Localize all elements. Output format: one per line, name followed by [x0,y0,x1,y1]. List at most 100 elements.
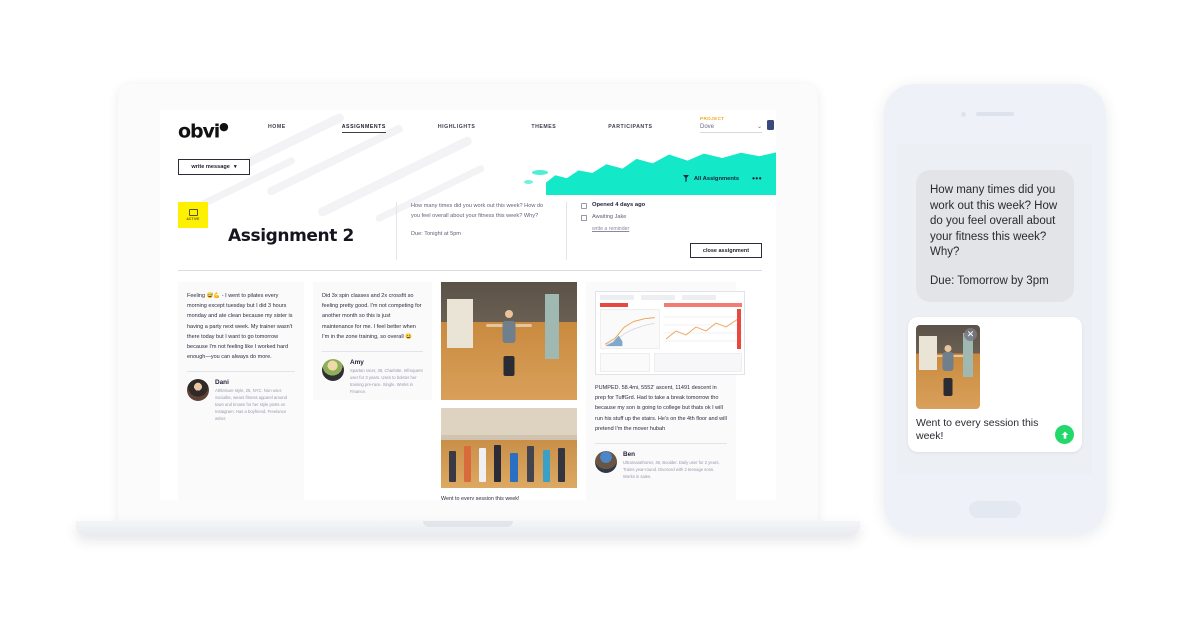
incoming-message-text: How many times did you work out this wee… [930,184,1058,259]
nav-item-participants[interactable]: PARTICIPANTS [608,124,652,133]
assignment-header: ACTIVE Assignment 2 How many times did y… [178,202,762,262]
phone-screen: How many times did you work out this wee… [898,144,1092,474]
figure-body [502,320,516,343]
chevron-down-icon: ⌄ [756,124,762,130]
tracker-header-bar [600,303,628,307]
photo-caption-line1: Went to every session this week! [441,496,520,500]
screenshot-root: obvi● HOME ASSIGNMENTS HIGHLIGHTS THEMES… [0,0,1200,631]
phone-device: How many times did you work out this wee… [884,84,1106,534]
teal-brush-stroke [546,151,776,195]
write-reminder-link[interactable]: write a reminder [592,226,762,232]
response-author[interactable]: Ben Ultramarathoner, 46, Boulder. Daily … [595,450,727,481]
teal-brush-fleck [532,170,548,175]
response-author[interactable]: Dani Athleisure style, 25, NYC. Non-user… [187,379,295,423]
calendar-icon [188,209,198,216]
tracker-screenshot[interactable] [595,291,745,375]
figure-legs [503,356,515,377]
home-button[interactable] [969,501,1021,518]
class-figure [464,446,472,482]
front-camera-icon [961,112,966,117]
status-awaiting: Awaiting Jake [592,214,627,220]
nav-item-themes[interactable]: THEMES [531,124,556,133]
tracker-summary [600,353,650,372]
avatar [595,450,617,473]
window-shape [919,336,937,371]
photo-post-column: Went to every session this week! 😊 also … [441,282,577,500]
divider [322,350,423,352]
tracker-table [654,353,742,372]
compose-text-input[interactable]: Went to every session this week! [916,417,1049,444]
response-card-dani[interactable]: Feeling 😅💪 - I went to pilates every mor… [178,282,304,500]
tracker-tab [682,295,716,300]
status-opened-row: Opened 4 days ago [581,202,762,209]
page-title: Assignment 2 [228,226,354,246]
incoming-message-due: Due: Tomorrow by 3pm [930,274,1049,287]
nav-links: HOME ASSIGNMENTS HIGHLIGHTS THEMES PARTI… [260,124,710,133]
status-badge: ACTIVE [178,202,208,228]
avatar [187,379,209,402]
laptop-notch [423,521,513,527]
assignment-due: Due: Tonight at 5pm [411,230,461,237]
tracker-tab [600,295,634,300]
figure-body [942,352,954,372]
ceiling-shape [441,408,577,436]
response-text: Feeling 😅💪 - I went to pilates every mor… [187,293,293,361]
divider [178,270,762,271]
avatar[interactable] [767,120,774,130]
response-card-amy[interactable]: Did 3x spin classes and 2x crossfit so f… [313,282,432,400]
remove-attachment-button[interactable]: ✕ [964,327,977,341]
author-bio: Spartan racer, 38, Charlotte. Infrequent… [350,367,423,394]
divider [187,371,295,373]
incoming-message-bubble: How many times did you work out this wee… [916,170,1074,303]
figure-head [505,310,513,319]
tracker-line-chart [600,309,660,349]
figure-head [944,344,952,352]
clock-icon [581,203,587,209]
class-figure [449,451,457,482]
arrow-up-icon [1061,431,1068,439]
nav-item-assignments[interactable]: ASSIGNMENTS [341,124,386,133]
gym-stretch-photo[interactable] [441,282,577,400]
nav-item-highlights[interactable]: HIGHLIGHTS [438,124,476,133]
tracker-grid [664,309,742,349]
attached-photo-thumbnail[interactable]: ✕ [916,324,980,409]
response-text: PUMPED. 58.4mi, 5552' ascent, 11491 desc… [595,385,727,432]
author-name: Ben [623,450,636,458]
project-dropdown[interactable]: Dove ⌄ [700,123,762,133]
figure-legs [943,377,953,396]
nav-item-home[interactable]: HOME [268,124,286,133]
response-author[interactable]: Amy Spartan racer, 38, Charlotte. Infreq… [322,358,423,396]
class-figure [543,449,550,482]
brand-logo[interactable]: obvi● [178,120,229,143]
send-button[interactable] [1055,425,1074,444]
project-label: PROJECT [700,116,725,121]
write-message-label: write message [191,164,230,170]
status-opened: Opened 4 days ago [592,202,646,208]
assignments-filter[interactable]: All Assignments ••• [682,174,762,183]
write-message-button[interactable]: write message ▾ [178,159,250,175]
class-figure [510,452,519,482]
response-card-ben[interactable]: PUMPED. 58.4mi, 5552' ascent, 11491 desc… [586,282,745,500]
tracker-tab [641,295,675,300]
assignments-filter-label: All Assignments [693,175,740,182]
author-bio: Athleisure style, 25, NYC. Non-user. Soc… [215,388,287,421]
overflow-menu-icon[interactable]: ••• [752,174,762,183]
hourglass-icon [581,215,587,221]
assignment-status-column: Opened 4 days ago Awaiting Jake write a … [566,202,762,260]
class-figure [494,444,502,482]
class-figure [557,448,565,482]
window-shape [447,298,473,349]
project-value: Dove [700,123,715,130]
status-badge-label: ACTIVE [186,217,200,221]
brand-logo-text: obvi [178,120,220,143]
message-compose-box[interactable]: ✕ Went to every session this week! [908,316,1082,452]
status-awaiting-row: Awaiting Jake [581,214,762,221]
group-class-photo[interactable] [441,408,577,488]
class-figure [479,448,487,482]
earpiece-speaker [976,112,1014,116]
close-assignment-button[interactable]: close assignment [690,243,762,258]
app-top-nav: obvi● HOME ASSIGNMENTS HIGHLIGHTS THEMES… [160,110,776,152]
class-figure [526,446,534,482]
project-selector[interactable]: PROJECT Dove ⌄ [700,116,762,133]
compose-row: Went to every session this week! [916,417,1074,444]
